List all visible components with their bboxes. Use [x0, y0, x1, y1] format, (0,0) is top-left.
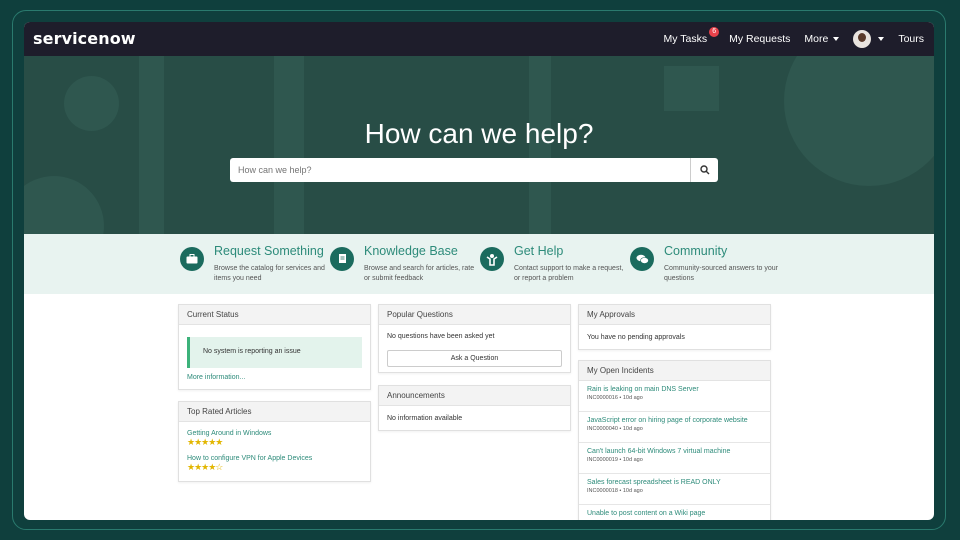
- quick-links: Request Something Browse the catalog for…: [24, 234, 934, 294]
- star-rating-icon: ★★★★☆: [187, 462, 223, 472]
- current-status-panel: Current Status No system is reporting an…: [178, 304, 371, 390]
- tasks-count-badge: 6: [709, 27, 720, 37]
- popular-questions-panel: Popular Questions No questions have been…: [378, 304, 571, 373]
- search-icon: [699, 165, 709, 175]
- search-bar: [230, 158, 718, 182]
- quick-link-title: Community: [664, 244, 728, 258]
- announcements-message: No information available: [387, 415, 463, 422]
- approvals-message: You have no pending approvals: [587, 334, 685, 341]
- incident-item[interactable]: Sales forecast spreadsheet is READ ONLY …: [579, 474, 770, 505]
- quick-link-title: Request Something: [214, 244, 324, 258]
- quick-link-description: Contact support to make a request, or re…: [514, 265, 624, 282]
- star-rating-icon: ★★★★★: [187, 437, 223, 447]
- nav-tours-label: Tours: [898, 33, 924, 45]
- hero-decoration: [664, 66, 719, 111]
- nav-my-requests-label: My Requests: [729, 33, 791, 45]
- panel-title: Top Rated Articles: [179, 402, 370, 422]
- ask-question-button[interactable]: Ask a Question: [387, 350, 562, 367]
- article-item[interactable]: Getting Around in Windows ★★★★★: [187, 430, 271, 447]
- quick-link-description: Browse and search for articles, rate or …: [364, 265, 475, 282]
- incident-title: Can't launch 64-bit Windows 7 virtual ma…: [587, 448, 731, 455]
- my-open-incidents-panel: My Open Incidents Rain is leaking on mai…: [578, 360, 771, 520]
- nav-more-dropdown[interactable]: More: [804, 33, 840, 45]
- incident-meta: INC0000040 • 10d ago: [587, 426, 643, 432]
- hero-banner: How can we help?: [24, 56, 934, 234]
- nav-tours[interactable]: Tours: [898, 33, 924, 45]
- article-title: How to configure VPN for Apple Devices: [187, 455, 313, 462]
- my-approvals-panel: My Approvals You have no pending approva…: [578, 304, 771, 350]
- nav-more-label: More: [804, 33, 829, 45]
- portal-screen: servicenow My Tasks 6 My Requests More T…: [24, 22, 934, 520]
- more-information-link[interactable]: More information...: [187, 374, 245, 381]
- incident-title: Rain is leaking on main DNS Server: [587, 386, 699, 393]
- search-input[interactable]: [230, 158, 688, 182]
- chevron-down-icon: [878, 37, 885, 41]
- nav-my-tasks[interactable]: My Tasks 6: [663, 27, 720, 45]
- avatar: [853, 30, 872, 48]
- panel-title: Current Status: [179, 305, 370, 325]
- help-person-icon: [480, 247, 504, 271]
- incident-title: Sales forecast spreadsheet is READ ONLY: [587, 479, 721, 486]
- hero-decoration: [24, 176, 104, 234]
- panel-title: My Approvals: [579, 305, 770, 325]
- quick-link-description: Community-sourced answers to your questi…: [664, 265, 778, 282]
- hero-title: How can we help?: [364, 118, 594, 149]
- incident-item[interactable]: JavaScript error on hiring page of corpo…: [579, 412, 770, 443]
- user-menu[interactable]: [853, 30, 885, 48]
- quick-link-title: Knowledge Base: [364, 244, 458, 258]
- chat-icon: [630, 247, 654, 271]
- incident-title: JavaScript error on hiring page of corpo…: [587, 417, 748, 424]
- incident-meta: INC0000018 • 10d ago: [587, 488, 643, 494]
- panel-title: Announcements: [379, 386, 570, 406]
- briefcase-icon: [180, 247, 204, 271]
- quick-link-community[interactable]: Community Community-sourced answers to y…: [630, 244, 780, 290]
- popular-questions-message: No questions have been asked yet: [387, 333, 495, 340]
- status-alert: No system is reporting an issue: [187, 337, 362, 368]
- top-rated-articles-panel: Top Rated Articles Getting Around in Win…: [178, 401, 371, 482]
- nav-my-requests[interactable]: My Requests: [729, 33, 790, 45]
- panel-title: My Open Incidents: [579, 361, 770, 381]
- quick-link-get-help[interactable]: Get Help Contact support to make a reque…: [480, 244, 630, 290]
- search-button[interactable]: [690, 158, 718, 182]
- nav-menu: My Tasks 6 My Requests More Tours: [650, 22, 924, 56]
- quick-link-knowledge-base[interactable]: Knowledge Base Browse and search for art…: [330, 244, 480, 290]
- incident-meta: INC0000019 • 10d ago: [587, 457, 643, 463]
- nav-my-tasks-label: My Tasks: [663, 33, 708, 45]
- quick-link-title: Get Help: [514, 244, 564, 258]
- incident-item[interactable]: Rain is leaking on main DNS Server INC00…: [579, 381, 770, 412]
- announcements-panel: Announcements No information available: [378, 385, 571, 431]
- panel-title: Popular Questions: [379, 305, 570, 325]
- top-nav: servicenow My Tasks 6 My Requests More T…: [24, 22, 934, 56]
- book-icon: [330, 247, 354, 271]
- chevron-down-icon: [833, 37, 840, 41]
- incident-meta: INC0000016 • 10d ago: [587, 395, 643, 401]
- quick-link-request-something[interactable]: Request Something Browse the catalog for…: [180, 244, 330, 290]
- incident-item[interactable]: Unable to post content on a Wiki page: [579, 505, 770, 520]
- article-item[interactable]: How to configure VPN for Apple Devices ★…: [187, 455, 312, 472]
- incident-item[interactable]: Can't launch 64-bit Windows 7 virtual ma…: [579, 443, 770, 474]
- article-title: Getting Around in Windows: [187, 430, 272, 437]
- quick-link-description: Browse the catalog for services and item…: [214, 265, 325, 282]
- incident-title: Unable to post content on a Wiki page: [587, 510, 706, 517]
- servicenow-logo[interactable]: servicenow: [33, 29, 136, 48]
- status-message: No system is reporting an issue: [203, 348, 301, 355]
